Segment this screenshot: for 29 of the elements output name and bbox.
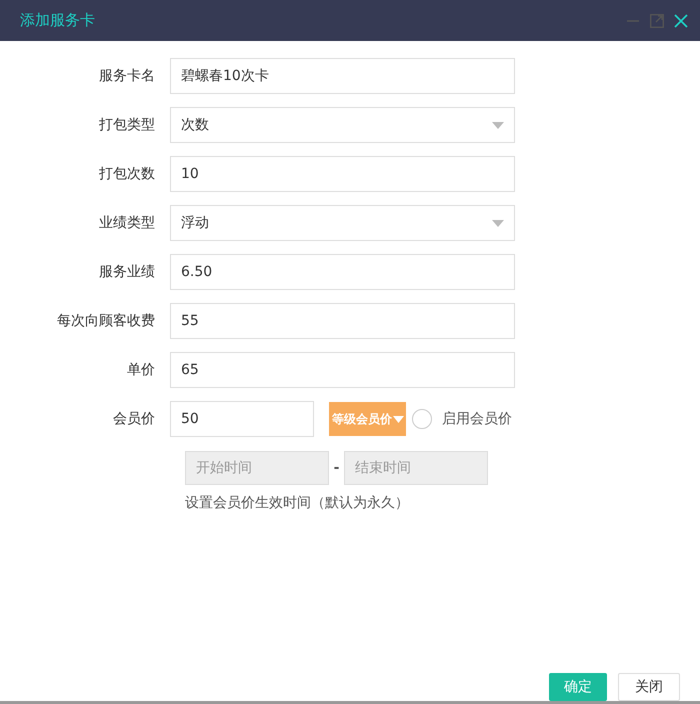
select-field[interactable]: 次数 (170, 107, 515, 144)
input-field[interactable]: 碧螺春10次卡 (170, 58, 515, 94)
close-icon[interactable] (674, 14, 688, 28)
radio-button[interactable] (412, 409, 432, 430)
field-label: 服务业绩 (98, 263, 156, 282)
field-label: 打包类型 (98, 116, 156, 134)
input-field[interactable]: 50 (170, 401, 314, 438)
field-label: 业绩类型 (98, 214, 156, 232)
field-label: 每次向顾客收费 (56, 312, 156, 330)
radio-label: 启用会员价 (442, 410, 512, 428)
separator-text: - (332, 460, 340, 476)
input-field[interactable]: 10 (170, 156, 515, 192)
caret-icon (492, 122, 504, 129)
field-label: 单价 (126, 361, 156, 380)
close-button[interactable]: 关闭 (618, 673, 680, 701)
date-field[interactable]: 结束时间 (344, 451, 488, 486)
field-label: 打包次数 (98, 165, 156, 184)
caret-icon (393, 416, 404, 423)
field-label: 服务卡名 (98, 67, 156, 86)
select-field[interactable]: 浮动 (170, 205, 515, 242)
hint-text: 设置会员价生效时间（默认为永久） (185, 494, 410, 512)
input-field[interactable]: 55 (170, 303, 515, 340)
window-title: 添加服务卡 (20, 11, 96, 30)
maximize-icon[interactable] (650, 14, 664, 28)
caret-icon (492, 220, 504, 227)
input-field[interactable]: 65 (170, 352, 515, 388)
input-field[interactable]: 6.50 (170, 254, 515, 290)
field-label: 会员价 (112, 410, 156, 428)
date-field[interactable]: 开始时间 (185, 451, 329, 486)
